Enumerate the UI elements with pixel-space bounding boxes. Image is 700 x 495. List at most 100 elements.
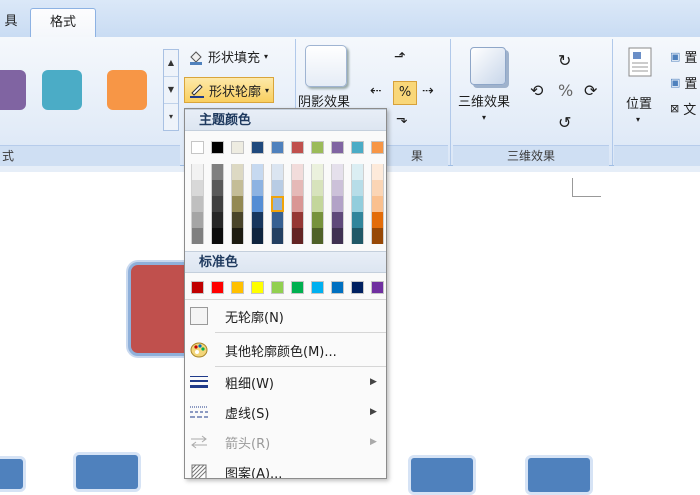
theme-shade-swatch[interactable] [331, 180, 344, 196]
nudge-left-icon[interactable]: ⇠ [370, 83, 382, 99]
theme-shade-swatch[interactable] [351, 196, 364, 212]
theme-shade-swatch[interactable] [211, 164, 224, 180]
theme-shade-swatch[interactable] [331, 212, 344, 228]
theme-shade-swatch[interactable] [191, 180, 204, 196]
gallery-scrollbar[interactable]: ▲ ▼ ▾ [163, 49, 179, 131]
standard-color-swatch[interactable] [191, 281, 204, 294]
three-d-toggle-icon[interactable]: % [558, 81, 573, 100]
nudge-right-icon[interactable]: ⇢ [422, 83, 434, 99]
tilt-down-icon[interactable]: ↺ [558, 113, 571, 132]
theme-shade-swatch[interactable] [211, 212, 224, 228]
theme-shade-swatch[interactable] [371, 196, 384, 212]
theme-shade-swatch[interactable] [211, 196, 224, 212]
position-icon[interactable] [628, 47, 652, 77]
gallery-down-icon[interactable]: ▼ [164, 77, 178, 104]
theme-shade-swatch[interactable] [231, 212, 244, 228]
shape-fill-button[interactable]: 形状填充 ▾ [188, 47, 268, 66]
send-backward-button[interactable]: ▣ 置 [670, 73, 697, 92]
weight-item[interactable]: 粗细(W) ▶ [185, 367, 386, 397]
theme-shade-swatch[interactable] [191, 228, 204, 244]
theme-shade-swatch[interactable] [331, 196, 344, 212]
theme-shade-swatch[interactable] [271, 164, 284, 180]
theme-color-swatch[interactable] [311, 141, 324, 154]
tab-format[interactable]: 格式 [30, 8, 96, 37]
standard-color-swatch[interactable] [271, 281, 284, 294]
theme-shade-swatch[interactable] [191, 212, 204, 228]
theme-color-swatch[interactable] [211, 141, 224, 154]
theme-shade-swatch[interactable] [291, 228, 304, 244]
theme-shade-swatch[interactable] [351, 212, 364, 228]
nudge-up-icon[interactable]: ⬏ [394, 49, 406, 65]
gallery-more-icon[interactable]: ▾ [164, 104, 178, 130]
theme-shade-swatch[interactable] [351, 164, 364, 180]
arrows-item[interactable]: 箭头(R) ▶ [185, 427, 386, 457]
tilt-left-icon[interactable]: ⟲ [530, 81, 543, 100]
theme-shade-swatch[interactable] [311, 212, 324, 228]
standard-color-swatch[interactable] [331, 281, 344, 294]
tilt-up-icon[interactable]: ↻ [558, 51, 571, 70]
theme-color-swatch[interactable] [291, 141, 304, 154]
style-swatch-purple[interactable] [0, 70, 26, 110]
text-wrap-button[interactable]: ⊠ 文 [670, 99, 696, 118]
shape-outline-button[interactable]: 形状轮廓 ▾ [184, 77, 275, 103]
theme-color-swatch[interactable] [231, 141, 244, 154]
theme-shade-swatch[interactable] [371, 164, 384, 180]
theme-shade-swatch[interactable] [371, 180, 384, 196]
nudge-down-icon[interactable]: ⬎ [396, 111, 408, 127]
theme-shade-swatch[interactable] [191, 196, 204, 212]
standard-color-swatch[interactable] [291, 281, 304, 294]
theme-shade-swatch[interactable] [371, 212, 384, 228]
theme-color-swatch[interactable] [351, 141, 364, 154]
theme-shade-swatch[interactable] [251, 196, 264, 212]
theme-shade-swatch[interactable] [311, 228, 324, 244]
three-d-effects-icon[interactable] [470, 47, 506, 85]
theme-shade-swatch[interactable] [211, 228, 224, 244]
theme-shade-swatch[interactable] [311, 196, 324, 212]
org-chart-shape[interactable] [73, 452, 141, 492]
theme-shade-swatch[interactable] [231, 180, 244, 196]
org-chart-shape[interactable] [0, 456, 26, 492]
three-d-effects-label[interactable]: 三维效果 [458, 91, 510, 110]
standard-color-swatch[interactable] [211, 281, 224, 294]
org-chart-shape[interactable] [408, 455, 476, 495]
theme-shade-swatch[interactable] [291, 212, 304, 228]
theme-shade-swatch[interactable] [271, 212, 284, 228]
tab-tools-fragment[interactable]: 具 [0, 8, 22, 36]
theme-shade-swatch[interactable] [251, 180, 264, 196]
more-outline-colors-item[interactable]: 其他轮廓颜色(M)... [185, 335, 386, 365]
theme-shade-swatch[interactable] [291, 180, 304, 196]
theme-shade-swatch[interactable] [191, 164, 204, 180]
pattern-item[interactable]: 图案(A)... [185, 457, 386, 478]
theme-shade-swatch[interactable] [251, 228, 264, 244]
theme-color-swatch[interactable] [271, 141, 284, 154]
theme-color-swatch[interactable] [191, 141, 204, 154]
tilt-right-icon[interactable]: ⟳ [584, 81, 597, 100]
standard-color-swatch[interactable] [251, 281, 264, 294]
theme-shade-swatch[interactable] [311, 164, 324, 180]
standard-color-swatch[interactable] [231, 281, 244, 294]
shadow-toggle-icon[interactable]: % [393, 81, 417, 105]
theme-color-swatch[interactable] [331, 141, 344, 154]
theme-shade-swatch[interactable] [291, 196, 304, 212]
bring-forward-button[interactable]: ▣ 置 [670, 47, 697, 66]
theme-shade-swatch[interactable] [231, 228, 244, 244]
gallery-up-icon[interactable]: ▲ [164, 50, 178, 77]
theme-shade-swatch[interactable] [311, 180, 324, 196]
theme-color-swatch[interactable] [371, 141, 384, 154]
theme-color-swatch[interactable] [251, 141, 264, 154]
theme-shade-swatch[interactable] [331, 228, 344, 244]
theme-shade-swatch[interactable] [271, 196, 284, 212]
standard-color-swatch[interactable] [371, 281, 384, 294]
theme-shade-swatch[interactable] [351, 180, 364, 196]
standard-color-swatch[interactable] [351, 281, 364, 294]
no-outline-item[interactable]: 无轮廓(N) [185, 301, 386, 331]
style-swatch-aqua[interactable] [42, 70, 82, 110]
org-chart-shape[interactable] [525, 455, 593, 495]
style-swatch-orange[interactable] [107, 70, 147, 110]
shadow-effects-icon[interactable] [305, 45, 347, 87]
theme-shade-swatch[interactable] [271, 180, 284, 196]
theme-shade-swatch[interactable] [231, 164, 244, 180]
theme-shade-swatch[interactable] [331, 164, 344, 180]
theme-shade-swatch[interactable] [291, 164, 304, 180]
theme-shade-swatch[interactable] [251, 212, 264, 228]
